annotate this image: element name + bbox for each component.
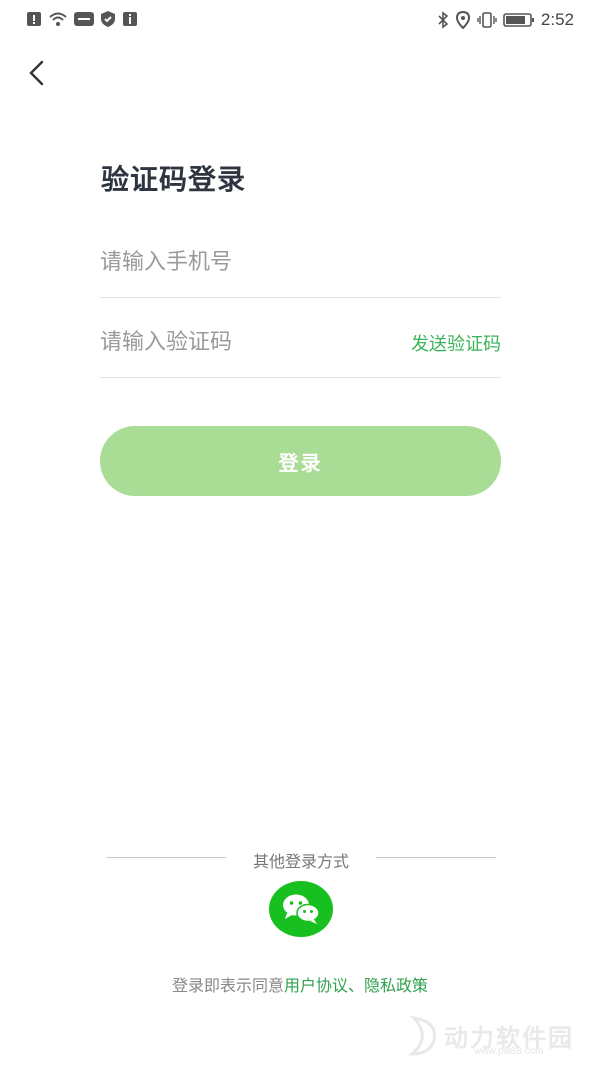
shield-icon xyxy=(100,10,116,28)
page-title: 验证码登录 xyxy=(101,163,247,196)
bluetooth-icon xyxy=(437,11,449,29)
login-button[interactable]: 登录 xyxy=(100,426,501,496)
wifi-icon xyxy=(48,10,68,28)
back-button[interactable] xyxy=(26,58,54,88)
agreement-prefix: 登录即表示同意 xyxy=(171,976,284,995)
info-icon xyxy=(122,10,138,28)
send-code-button[interactable]: 发送验证码 xyxy=(411,330,501,356)
phone-input[interactable] xyxy=(100,242,380,282)
battery-icon xyxy=(503,11,535,29)
status-bar-right: 2:52 xyxy=(437,10,574,30)
watermark-logo-icon xyxy=(407,1015,437,1056)
wechat-icon xyxy=(283,894,320,924)
agreement-separator: 、 xyxy=(348,976,365,995)
divider-right xyxy=(376,857,496,858)
privacy-policy-link[interactable]: 隐私政策 xyxy=(364,976,428,995)
watermark-url: www.pw88.com xyxy=(474,1046,544,1057)
alert-icon xyxy=(26,10,42,28)
code-field: 发送验证码 xyxy=(100,298,501,378)
watermark: 动力软件园 www.pw88.com xyxy=(404,1014,594,1060)
vibrate-icon xyxy=(477,11,497,29)
user-agreement-link[interactable]: 用户协议 xyxy=(284,976,348,995)
status-bar-left xyxy=(26,10,138,28)
status-time: 2:52 xyxy=(540,10,574,29)
code-input[interactable] xyxy=(100,322,380,362)
wechat-login-button[interactable] xyxy=(269,881,333,937)
chevron-left-icon xyxy=(29,60,44,86)
other-login-label: 其他登录方式 xyxy=(252,852,349,871)
phone-field xyxy=(100,218,501,298)
other-login-divider: 其他登录方式 xyxy=(106,846,496,871)
agreement-text: 登录即表示同意用户协议、隐私政策 xyxy=(0,972,600,996)
app-badge-icon xyxy=(74,10,94,28)
status-bar: 2:52 xyxy=(0,0,600,40)
location-icon xyxy=(455,10,471,30)
